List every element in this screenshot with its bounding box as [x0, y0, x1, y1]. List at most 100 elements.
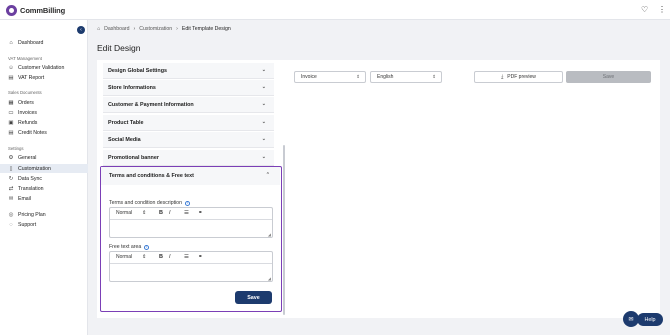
accordion-promotional-banner[interactable]: Promotional banner ⌄ — [103, 150, 274, 166]
sidebar-item-invoices[interactable]: ▭ Invoices — [0, 108, 88, 117]
accordion-label: Terms and conditions & Free text — [109, 173, 194, 179]
accordion-label: Social Media — [108, 136, 141, 143]
bell-icon[interactable]: ♡ — [641, 4, 648, 16]
sidebar-item-dashboard[interactable]: ⌂ Dashboard — [0, 38, 88, 47]
home-icon: ⌂ — [9, 39, 13, 46]
sidebar-item-label: Dashboard — [18, 39, 44, 46]
collapse-sidebar-button[interactable]: ‹ — [77, 26, 85, 34]
chevron-right-icon: › — [133, 26, 136, 32]
sidebar-item-credit-notes[interactable]: ▤ Credit Notes — [0, 128, 88, 137]
scrollbar[interactable] — [283, 145, 285, 315]
italic-icon[interactable]: I — [169, 210, 171, 216]
breadcrumb-dashboard[interactable]: Dashboard — [104, 26, 129, 32]
sidebar-item-label: Invoices — [18, 109, 38, 116]
sidebar-item-refunds[interactable]: ▣ Refunds — [0, 118, 88, 127]
page-title: Edit Design — [97, 43, 141, 53]
select-value: Invoice — [301, 74, 317, 80]
chevron-down-icon: ⌄ — [261, 67, 266, 73]
accordion-label: Product Table — [108, 119, 144, 126]
free-text-editor[interactable]: Normal ⇕ B I ☰ ⚭ ◢ — [109, 251, 273, 282]
breadcrumb-current: Edit Template Design — [181, 26, 231, 32]
sidebar-group-title: Settings — [8, 146, 24, 151]
chevron-down-icon: ⌄ — [261, 101, 266, 107]
gear-icon: ⚙ — [8, 154, 14, 161]
sidebar-item-vat-report[interactable]: ▤ VAT Report — [0, 73, 88, 82]
format-select[interactable]: Normal ⇕ — [116, 254, 146, 260]
preview-panel — [286, 60, 660, 318]
sidebar-item-orders[interactable]: ▦ Orders — [0, 98, 88, 107]
terms-description-label: Terms and condition description i — [109, 200, 190, 206]
accordion-label: Customer & Payment Information — [108, 101, 194, 108]
format-select[interactable]: Normal ⇕ — [116, 210, 146, 216]
sidebar-item-customer-validation[interactable]: ☺ Customer Validation — [0, 63, 88, 72]
accordion-terms-header[interactable]: Terms and conditions & Free text ⌃ — [101, 167, 280, 185]
sidebar-item-email[interactable]: ✉ Email — [0, 194, 88, 203]
chevron-down-icon: ⌄ — [261, 84, 266, 90]
preview-save-button[interactable]: Save — [566, 71, 651, 83]
sidebar-item-label: Email — [18, 195, 31, 202]
pricing-icon: ◎ — [8, 211, 14, 218]
select-arrows-icon: ⇕ — [356, 74, 360, 79]
download-icon: ⤓ — [501, 74, 504, 80]
italic-icon[interactable]: I — [169, 254, 171, 260]
sidebar-item-label: Credit Notes — [18, 129, 47, 136]
sidebar-item-label: Customization — [18, 165, 51, 172]
info-icon[interactable]: i — [144, 244, 150, 250]
accordion-product-table[interactable]: Product Table ⌄ — [103, 115, 274, 131]
mail-icon: ✉ — [8, 195, 14, 202]
button-label: PDF preview — [507, 74, 536, 80]
pdf-preview-button[interactable]: ⤓ PDF preview — [474, 71, 563, 83]
sidebar-item-support[interactable]: ◌ Support — [0, 220, 88, 229]
kebab-menu-icon[interactable]: ⋮ — [658, 4, 666, 16]
resize-handle-icon[interactable]: ◢ — [268, 276, 271, 281]
sidebar-item-translation[interactable]: ⇄ Translation — [0, 184, 88, 193]
chevron-down-icon: ⌄ — [261, 154, 266, 160]
app-name: CommBilling — [20, 5, 66, 15]
list-icon[interactable]: ☰ — [184, 254, 189, 260]
sidebar-item-label: General — [18, 154, 37, 161]
free-text-label: Free text area i — [109, 244, 150, 250]
chevron-right-icon: › — [176, 26, 178, 32]
breadcrumb: ⌂ Dashboard › Customization › Edit Templ… — [97, 26, 231, 32]
report-icon: ▤ — [8, 74, 14, 81]
format-value: Normal — [116, 254, 133, 260]
save-button[interactable]: Save — [235, 291, 272, 304]
bold-icon[interactable]: B — [159, 210, 163, 216]
home-icon: ⌂ — [97, 26, 101, 32]
sync-icon: ↻ — [8, 175, 14, 182]
sidebar-item-pricing-plan[interactable]: ◎ Pricing Plan — [0, 210, 88, 219]
accordion-label: Promotional banner — [108, 154, 159, 161]
link-icon[interactable]: ⚭ — [198, 254, 203, 260]
editor-toolbar: Normal ⇕ B I ☰ ⚭ — [110, 252, 272, 264]
terms-description-editor[interactable]: Normal ⇕ B I ☰ ⚭ ◢ — [109, 207, 273, 238]
app-logo[interactable]: CommBilling — [6, 4, 65, 16]
sidebar-item-label: Translation — [18, 185, 44, 192]
link-icon[interactable]: ⚭ — [198, 210, 203, 216]
accordion-store-informations[interactable]: Store Informations ⌄ — [103, 80, 274, 96]
language-select[interactable]: English ⇕ — [370, 71, 442, 83]
format-value: Normal — [116, 210, 133, 216]
sidebar-item-customization[interactable]: ▯ Customization — [0, 164, 88, 173]
accordion-social-media[interactable]: Social Media ⌄ — [103, 132, 274, 148]
list-icon[interactable]: ☰ — [184, 210, 189, 216]
resize-handle-icon[interactable]: ◢ — [268, 232, 271, 237]
sidebar-item-label: Pricing Plan — [18, 211, 46, 218]
bold-icon[interactable]: B — [159, 254, 163, 260]
accordion-design-global-settings[interactable]: Design Global Settings ⌄ — [103, 63, 274, 79]
accordion-label: Store Informations — [108, 84, 156, 91]
sidebar-item-label: Support — [18, 221, 37, 228]
credit-note-icon: ▤ — [8, 129, 14, 136]
accordion-customer-payment[interactable]: Customer & Payment Information ⌄ — [103, 97, 274, 113]
translate-icon: ⇄ — [8, 185, 14, 192]
sidebar-item-label: Data Sync — [18, 175, 42, 182]
info-icon[interactable]: i — [184, 200, 190, 206]
document-type-select[interactable]: Invoice ⇕ — [294, 71, 366, 83]
breadcrumb-customization[interactable]: Customization — [139, 26, 172, 32]
user-check-icon: ☺ — [8, 64, 14, 71]
editor-toolbar: Normal ⇕ B I ☰ ⚭ — [110, 208, 272, 220]
help-button[interactable]: Help — [637, 313, 663, 326]
sidebar-item-general[interactable]: ⚙ General — [0, 153, 88, 162]
chevron-down-icon: ⌄ — [261, 119, 266, 125]
sidebar-item-data-sync[interactable]: ↻ Data Sync — [0, 174, 88, 183]
select-arrows-icon: ⇕ — [142, 254, 147, 260]
